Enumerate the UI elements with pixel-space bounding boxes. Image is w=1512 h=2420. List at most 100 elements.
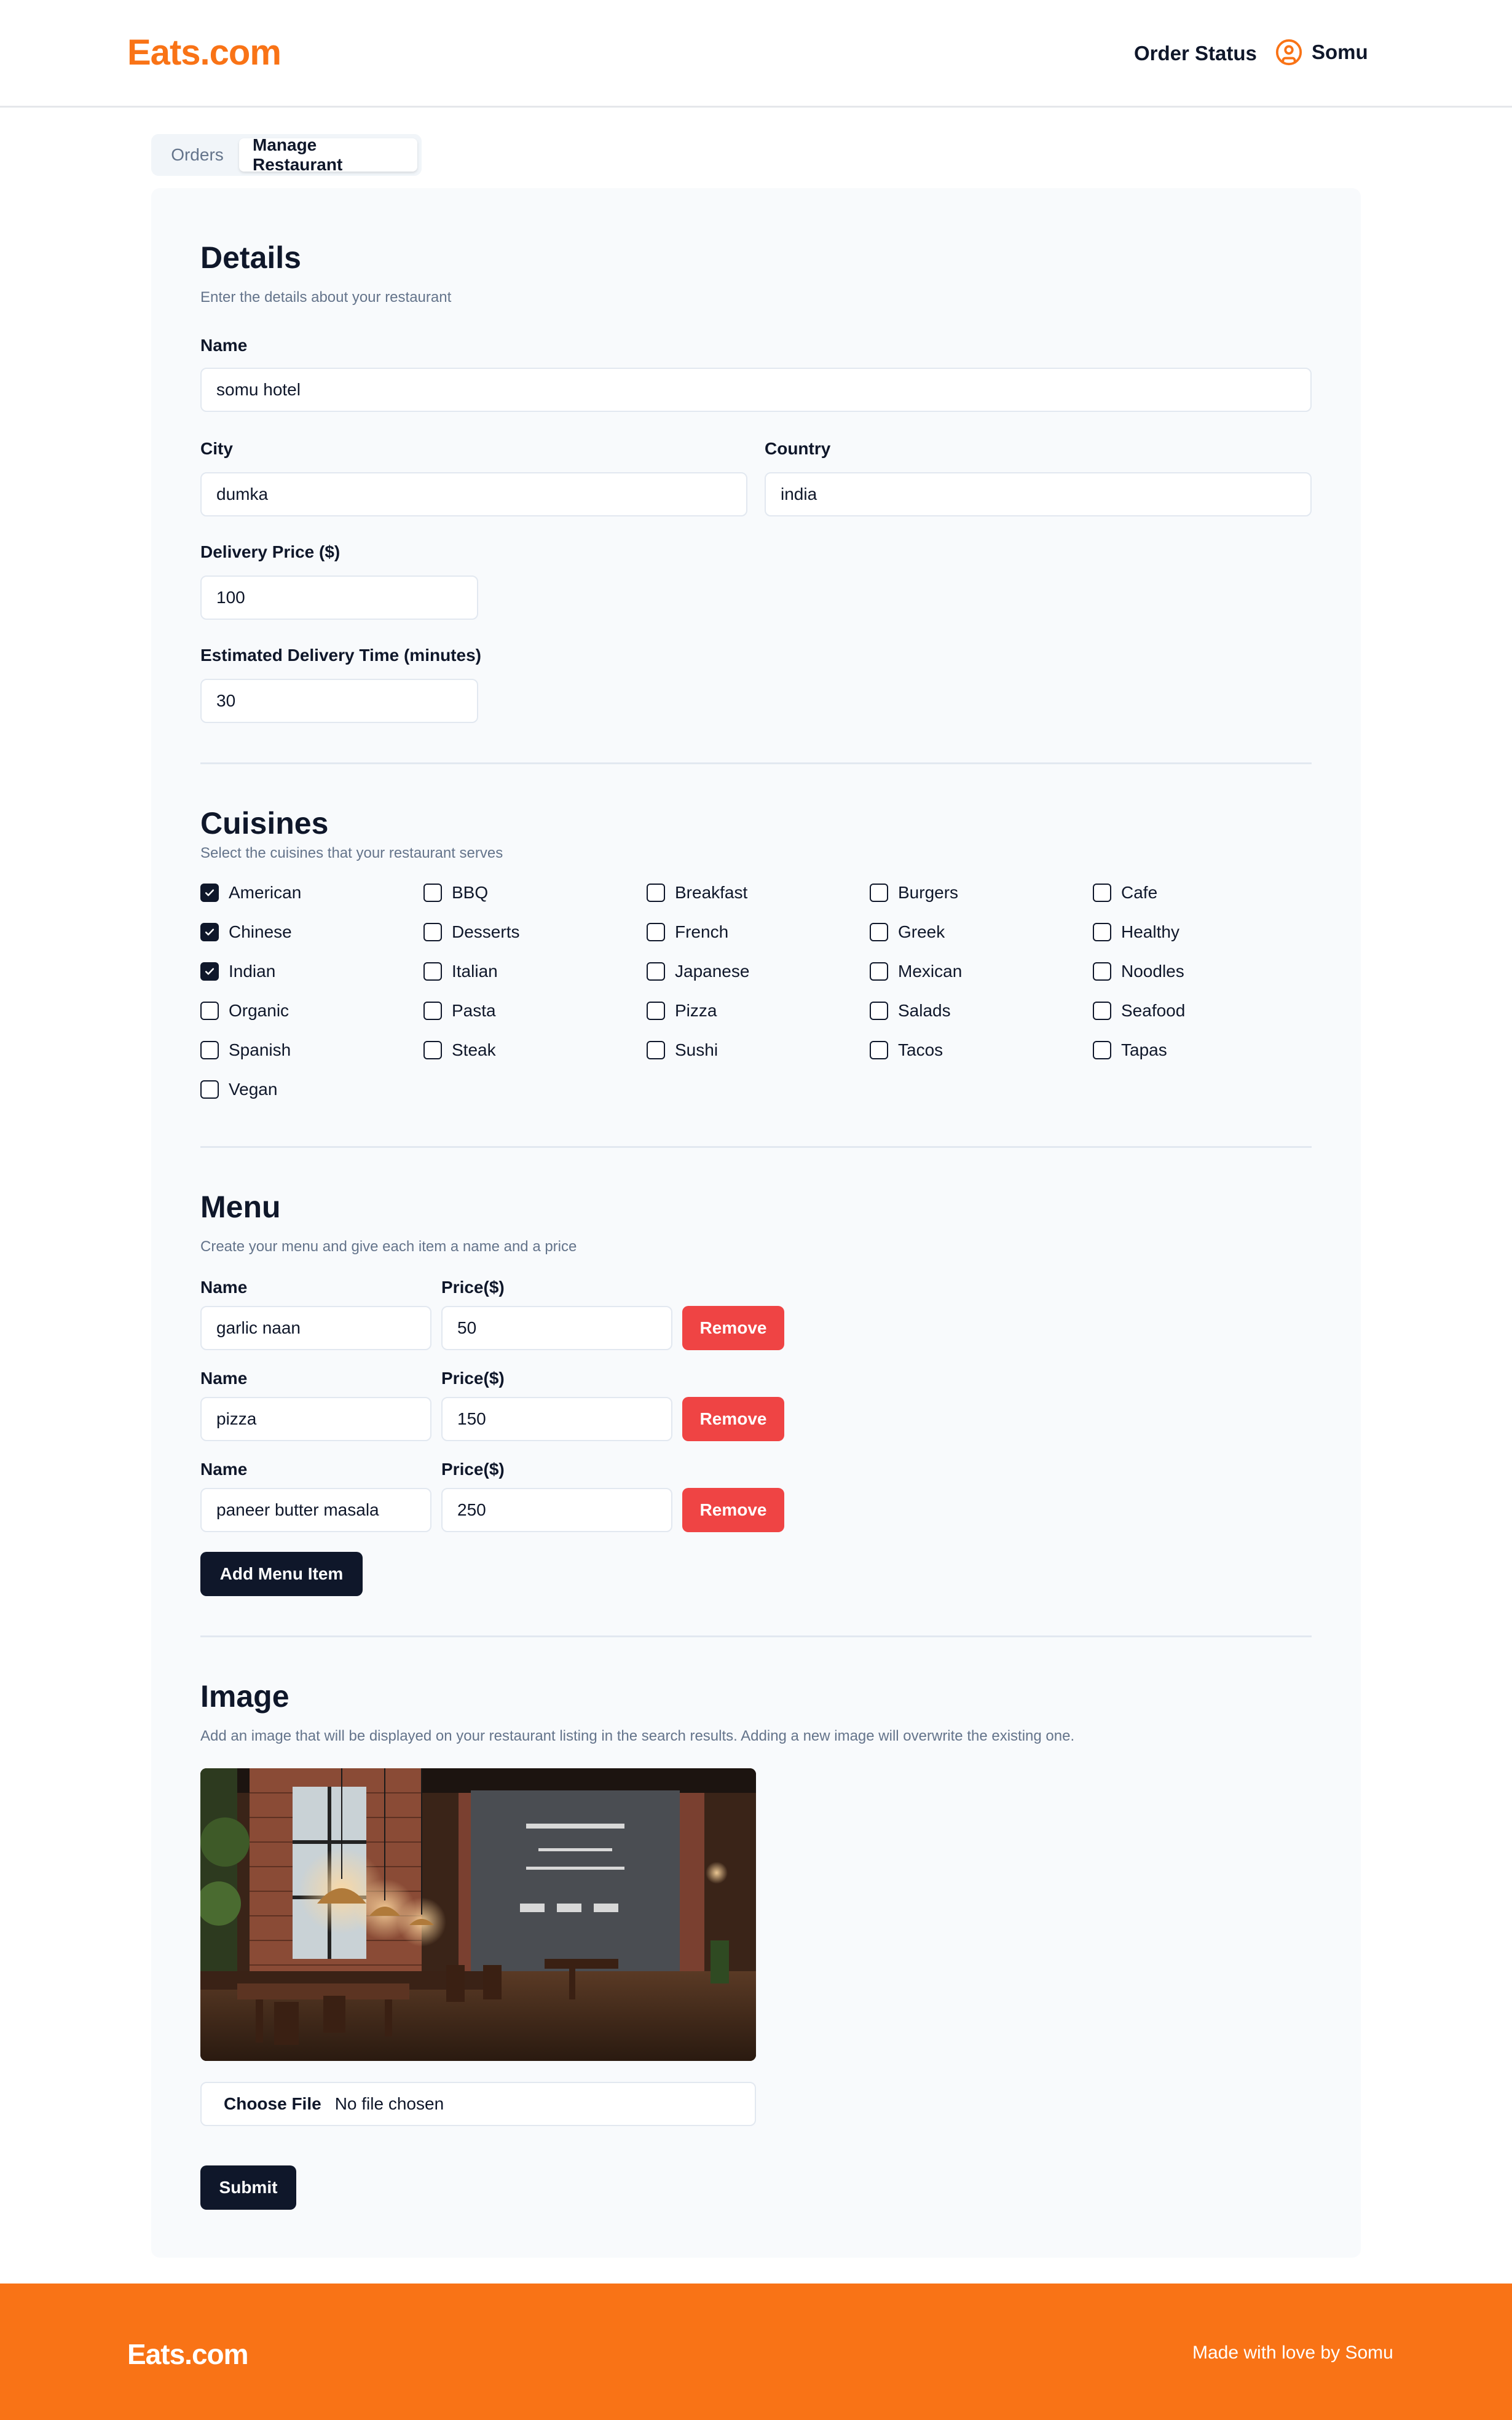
cuisine-checkbox[interactable] — [870, 923, 888, 941]
cuisine-checkbox[interactable] — [647, 923, 665, 941]
footer-logo[interactable]: Eats.com — [127, 2338, 249, 2371]
tab-orders[interactable]: Orders — [156, 138, 239, 172]
cuisine-label: Vegan — [229, 1080, 278, 1099]
cuisine-option[interactable]: Healthy — [1093, 922, 1179, 942]
cuisine-option[interactable]: BBQ — [423, 883, 488, 903]
menu-item-name-value: paneer butter masala — [216, 1500, 379, 1519]
cuisine-option[interactable]: Sushi — [647, 1040, 718, 1060]
cuisine-checkbox[interactable] — [647, 1002, 665, 1020]
image-title: Image — [200, 1679, 289, 1714]
cuisine-option[interactable]: American — [200, 883, 301, 903]
cuisine-checkbox[interactable] — [1093, 923, 1111, 941]
cuisine-option[interactable]: Tapas — [1093, 1040, 1167, 1060]
cuisine-option[interactable]: Cafe — [1093, 883, 1157, 903]
delivery-price-input[interactable]: 100 — [200, 575, 478, 620]
cuisine-label: Desserts — [452, 922, 520, 941]
cuisine-option[interactable]: Desserts — [423, 922, 519, 942]
cuisine-checkbox[interactable] — [1093, 1002, 1111, 1020]
menu-item-price-input[interactable]: 250 — [441, 1488, 672, 1532]
site-logo[interactable]: Eats.com — [127, 32, 282, 73]
delivery-time-input[interactable]: 30 — [200, 679, 478, 723]
section-divider — [200, 1635, 1312, 1637]
order-status-link[interactable]: Order Status — [1134, 42, 1257, 65]
cuisine-checkbox[interactable] — [200, 1080, 219, 1099]
cuisine-option[interactable]: Vegan — [200, 1080, 277, 1099]
cuisine-checkbox[interactable] — [647, 884, 665, 902]
menu-subtitle: Create your menu and give each item a na… — [200, 1238, 577, 1255]
tab-manage-restaurant[interactable]: Manage Restaurant — [239, 135, 417, 174]
menu-item-name-label: Name — [200, 1369, 248, 1388]
cuisine-option[interactable]: Tacos — [870, 1040, 943, 1060]
cuisine-checkbox[interactable] — [200, 923, 219, 941]
cuisine-checkbox[interactable] — [200, 884, 219, 902]
cuisine-checkbox[interactable] — [200, 1002, 219, 1020]
cuisine-checkbox[interactable] — [647, 1041, 665, 1059]
cuisines-subtitle: Select the cuisines that your restaurant… — [200, 845, 503, 861]
remove-menu-item-button[interactable]: Remove — [682, 1488, 784, 1532]
cuisine-checkbox[interactable] — [870, 884, 888, 902]
cuisine-option[interactable]: Steak — [423, 1040, 496, 1060]
menu-item-price-input[interactable]: 150 — [441, 1397, 672, 1441]
user-circle-icon — [1275, 38, 1303, 66]
submit-button[interactable]: Submit — [200, 2165, 296, 2210]
cuisine-option[interactable]: Breakfast — [647, 883, 747, 903]
details-subtitle: Enter the details about your restaurant — [200, 289, 452, 306]
cuisine-checkbox[interactable] — [870, 1002, 888, 1020]
cuisine-option[interactable]: Noodles — [1093, 962, 1184, 981]
cuisine-option[interactable]: Pasta — [423, 1001, 496, 1021]
country-input[interactable]: india — [765, 472, 1312, 516]
remove-menu-item-button[interactable]: Remove — [682, 1397, 784, 1441]
menu-item-name-input[interactable]: paneer butter masala — [200, 1488, 431, 1532]
site-header: Eats.com Order Status Somu — [0, 0, 1512, 108]
cuisine-checkbox[interactable] — [423, 884, 442, 902]
cuisine-checkbox[interactable] — [1093, 962, 1111, 981]
file-status: No file chosen — [334, 2094, 444, 2113]
cuisine-label: American — [229, 883, 302, 902]
cuisine-checkbox[interactable] — [870, 1041, 888, 1059]
cuisine-checkbox[interactable] — [200, 962, 219, 981]
choose-file-button[interactable]: Choose File — [224, 2094, 321, 2114]
cuisine-checkbox[interactable] — [647, 962, 665, 981]
menu-item-name-input[interactable]: pizza — [200, 1397, 431, 1441]
user-menu-button[interactable]: Somu — [1275, 38, 1368, 66]
check-icon — [205, 889, 215, 896]
cuisine-option[interactable]: Japanese — [647, 962, 749, 981]
cuisine-option[interactable]: Indian — [200, 962, 275, 981]
cuisine-checkbox[interactable] — [423, 1041, 442, 1059]
cuisine-checkbox[interactable] — [423, 962, 442, 981]
city-input[interactable]: dumka — [200, 472, 747, 516]
section-divider — [200, 762, 1312, 764]
menu-item-price-label: Price($) — [441, 1460, 505, 1479]
remove-menu-item-button[interactable]: Remove — [682, 1306, 784, 1350]
menu-item-name-input[interactable]: garlic naan — [200, 1306, 431, 1350]
cuisine-label: Pasta — [452, 1001, 496, 1020]
cuisine-checkbox[interactable] — [1093, 1041, 1111, 1059]
add-menu-item-button[interactable]: Add Menu Item — [200, 1552, 363, 1596]
cuisine-option[interactable]: Spanish — [200, 1040, 291, 1060]
cuisine-option[interactable]: Seafood — [1093, 1001, 1185, 1021]
cuisine-label: Chinese — [229, 922, 292, 941]
cuisine-checkbox[interactable] — [870, 962, 888, 981]
cuisine-option[interactable]: Italian — [423, 962, 498, 981]
country-value: india — [781, 484, 817, 504]
cuisine-checkbox[interactable] — [423, 923, 442, 941]
menu-item-name-label: Name — [200, 1278, 248, 1297]
cuisine-checkbox[interactable] — [200, 1041, 219, 1059]
menu-item-price-input[interactable]: 50 — [441, 1306, 672, 1350]
tab-list: Orders Manage Restaurant — [151, 134, 422, 176]
menu-item-price-value: 150 — [457, 1409, 486, 1428]
cuisine-checkbox[interactable] — [423, 1002, 442, 1020]
cuisine-option[interactable]: Chinese — [200, 922, 292, 942]
cuisine-option[interactable]: Pizza — [647, 1001, 717, 1021]
cuisine-option[interactable]: Greek — [870, 922, 945, 942]
cuisine-label: Greek — [898, 922, 945, 941]
section-divider — [200, 1146, 1312, 1148]
image-file-input[interactable]: Choose File No file chosen — [200, 2082, 756, 2126]
cuisine-option[interactable]: French — [647, 922, 728, 942]
cuisine-option[interactable]: Mexican — [870, 962, 962, 981]
cuisine-option[interactable]: Burgers — [870, 883, 958, 903]
cuisine-option[interactable]: Salads — [870, 1001, 951, 1021]
cuisine-checkbox[interactable] — [1093, 884, 1111, 902]
cuisine-option[interactable]: Organic — [200, 1001, 289, 1021]
restaurant-name-input[interactable]: somu hotel — [200, 368, 1312, 412]
